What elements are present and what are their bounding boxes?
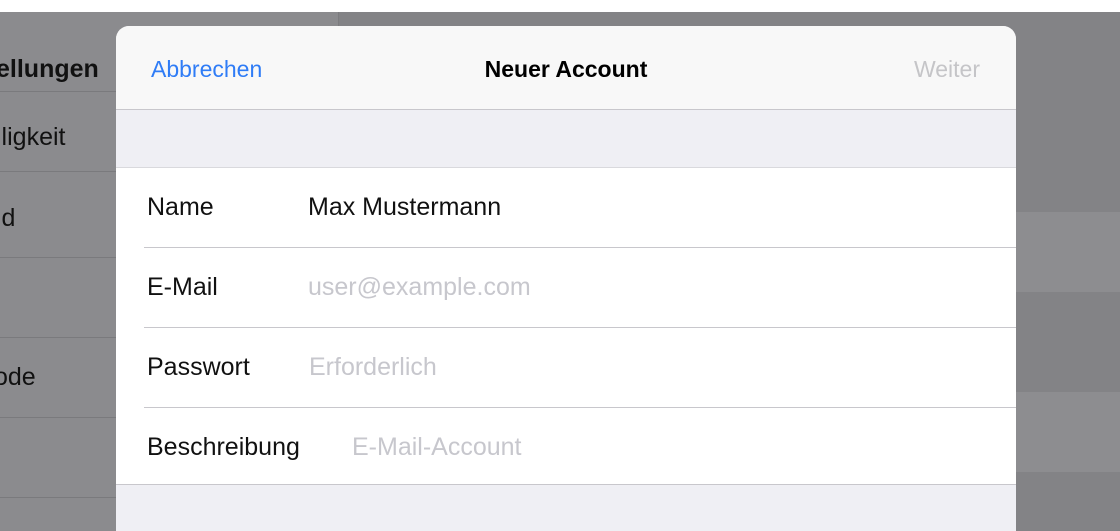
form-row-password[interactable]: Passwort <box>116 328 1016 408</box>
next-button[interactable]: Weiter <box>914 54 980 84</box>
sheet-title: Neuer Account <box>484 56 648 82</box>
new-account-sheet: Abbrechen Neuer Account Weiter Name E-Ma… <box>116 26 1016 531</box>
account-form: Name E-Mail Passwort Beschreibung <box>116 167 1016 485</box>
name-field[interactable] <box>308 188 996 226</box>
background-sidebar-label: lligkeit <box>0 123 66 151</box>
name-label: Name <box>147 193 214 221</box>
form-row-description[interactable]: Beschreibung <box>116 408 1016 488</box>
background-sidebar-label: ld <box>0 204 16 232</box>
description-label: Beschreibung <box>147 433 300 461</box>
background-sidebar-label: ellungen <box>0 55 99 83</box>
password-field[interactable] <box>309 348 996 386</box>
password-label: Passwort <box>147 353 250 381</box>
email-label: E-Mail <box>147 273 218 301</box>
form-row-email[interactable]: E-Mail <box>116 248 1016 328</box>
email-field[interactable] <box>308 268 996 306</box>
description-field[interactable] <box>352 428 996 466</box>
cancel-button[interactable]: Abbrechen <box>151 54 262 84</box>
form-row-name[interactable]: Name <box>116 168 1016 248</box>
background-sidebar-label: ode <box>0 363 36 391</box>
sheet-navigation-bar: Abbrechen Neuer Account Weiter <box>116 26 1016 110</box>
screen: ellungen lligkeit ld ode Abbrechen <box>0 0 1120 531</box>
